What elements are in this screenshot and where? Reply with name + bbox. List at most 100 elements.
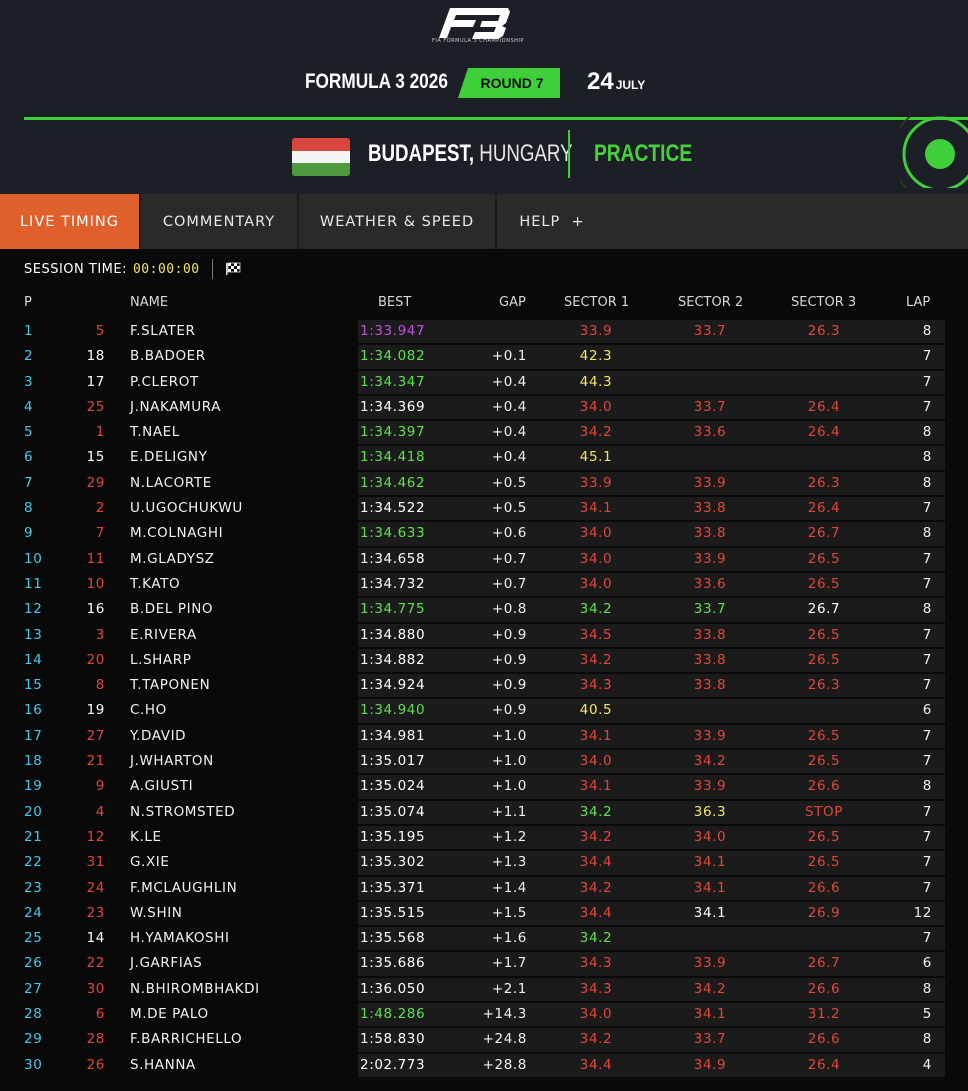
session-time-value: 00:00:00: [132, 261, 200, 277]
tab-live-timing[interactable]: LIVE TIMING: [0, 194, 141, 249]
car-number: 19: [86, 702, 105, 719]
table-row[interactable]: 19 9 A.GIUSTI 1:35.024 +1.0 34.1 33.9 26.6 8: [0, 774, 968, 799]
car-number: 17: [86, 373, 105, 390]
lap-count: 8: [922, 449, 932, 466]
table-row[interactable]: 17 27 Y.DAVID 1:34.981 +1.0 34.1 33.9 26.5 7: [0, 724, 968, 749]
event-country: HUNGARY: [479, 140, 573, 167]
table-row[interactable]: 16 19 C.HO 1:34.940 +0.9 40.5 6: [0, 698, 968, 723]
best-lap: 1:34.924: [360, 677, 426, 694]
sector-1-time: 34.0: [579, 1006, 613, 1023]
table-row[interactable]: 10 11 M.GLADYSZ 1:34.658 +0.7 34.0 33.9 26.5 7: [0, 547, 968, 572]
best-lap: 1:34.369: [360, 398, 426, 415]
driver-position: 7: [24, 474, 34, 491]
car-number: 7: [95, 525, 105, 542]
driver-name: N.BHIROMBHAKDI: [130, 980, 260, 997]
table-row[interactable]: 2 18 B.BADOER 1:34.082 +0.1 42.3 7: [0, 344, 968, 369]
table-row[interactable]: 7 29 N.LACORTE 1:34.462 +0.5 33.9 33.9 26.3 8: [0, 471, 968, 496]
driver-name: K.LE: [130, 828, 162, 845]
location-separator: [568, 130, 570, 178]
table-row[interactable]: 9 7 M.COLNAGHI 1:34.633 +0.6 34.0 33.8 26.7 8: [0, 521, 968, 546]
driver-position: 21: [24, 828, 43, 845]
col-sector-1: SECTOR 1: [564, 295, 630, 310]
session-bar: SESSION TIME: 00:00:00: [24, 259, 241, 279]
driver-name: J.GARFIAS: [130, 955, 203, 972]
sector-3-time: 26.6: [807, 778, 841, 795]
col-name: NAME: [130, 295, 169, 310]
table-row[interactable]: 18 21 J.WHARTON 1:35.017 +1.0 34.0 34.2 26.5 7: [0, 749, 968, 774]
table-row[interactable]: 13 3 E.RIVERA 1:34.880 +0.9 34.5 33.8 26.5 7: [0, 623, 968, 648]
tab-help[interactable]: HELP +: [497, 194, 607, 249]
best-lap: 1:35.195: [360, 828, 426, 845]
best-lap: 1:34.633: [360, 525, 426, 542]
sector-3-time: 26.4: [807, 500, 841, 517]
sector-1-time: 34.0: [579, 753, 613, 770]
tab-commentary[interactable]: COMMENTARY: [141, 194, 299, 249]
best-lap: 1:35.024: [360, 778, 426, 795]
table-row[interactable]: 26 22 J.GARFIAS 1:35.686 +1.7 34.3 33.9 26.7 6: [0, 951, 968, 976]
sector-3-time: 26.4: [807, 1056, 841, 1073]
gap-to-leader: +1.2: [491, 828, 527, 845]
table-row[interactable]: 30 26 S.HANNA 2:02.773 +28.8 34.4 34.9 26.4 4: [0, 1053, 968, 1078]
sector-2-time: 33.8: [693, 525, 727, 542]
driver-name: T.TAPONEN: [130, 677, 211, 694]
best-lap: 1:34.732: [360, 575, 426, 592]
car-number: 27: [86, 727, 105, 744]
sector-2-time: 34.1: [693, 854, 727, 871]
session-type: PRACTICE: [594, 140, 693, 167]
driver-position: 11: [24, 575, 43, 592]
driver-name: E.RIVERA: [130, 626, 197, 643]
sector-3-time: 26.6: [807, 879, 841, 896]
col-pos: P: [24, 295, 32, 310]
sector-1-time: 34.4: [579, 1056, 613, 1073]
table-row[interactable]: 12 16 B.DEL PINO 1:34.775 +0.8 34.2 33.7 26.7 8: [0, 597, 968, 622]
car-number: 8: [95, 677, 105, 694]
driver-position: 26: [24, 955, 43, 972]
driver-name: F.SLATER: [130, 323, 196, 339]
table-row[interactable]: 22 31 G.XIE 1:35.302 +1.3 34.4 34.1 26.5 7: [0, 850, 968, 875]
col-sector-3: SECTOR 3: [791, 295, 857, 310]
table-row[interactable]: 3 17 P.CLEROT 1:34.347 +0.4 44.3 7: [0, 370, 968, 395]
sector-3-time: 26.9: [807, 904, 841, 921]
table-row[interactable]: 20 4 N.STROMSTED 1:35.074 +1.1 34.2 36.3 STOP 7: [0, 800, 968, 825]
driver-name: N.STROMSTED: [130, 803, 236, 820]
sector-3-time: 26.7: [807, 525, 841, 542]
table-row[interactable]: 11 10 T.KATO 1:34.732 +0.7 34.0 33.6 26.5 7: [0, 572, 968, 597]
sector-2-time: 33.6: [693, 424, 727, 441]
lap-count: 8: [922, 474, 932, 491]
lap-count: 4: [922, 1056, 932, 1073]
table-row[interactable]: 14 20 L.SHARP 1:34.882 +0.9 34.2 33.8 26.5 7: [0, 648, 968, 673]
sector-3-time: 26.5: [807, 550, 841, 567]
sector-2-time: 34.1: [693, 879, 727, 896]
driver-name: W.SHIN: [130, 904, 183, 921]
table-row[interactable]: 5 1 T.NAEL 1:34.397 +0.4 34.2 33.6 26.4 8: [0, 420, 968, 445]
table-row[interactable]: 28 6 M.DE PALO 1:48.286 +14.3 34.0 34.1 31.2 5: [0, 1002, 968, 1027]
table-row[interactable]: 8 2 U.UGOCHUKWU 1:34.522 +0.5 34.1 33.8 26.4 7: [0, 496, 968, 521]
best-lap: 1:48.286: [360, 1006, 426, 1023]
gap-to-leader: +1.6: [491, 930, 527, 947]
table-row[interactable]: 15 8 T.TAPONEN 1:34.924 +0.9 34.3 33.8 26.3 7: [0, 673, 968, 698]
table-row[interactable]: 29 28 F.BARRICHELLO 1:58.830 +24.8 34.2 33.7 26…: [0, 1027, 968, 1052]
lap-count: 7: [922, 373, 932, 390]
driver-position: 28: [24, 1006, 43, 1023]
lap-count: 12: [913, 904, 932, 921]
table-row[interactable]: 27 30 N.BHIROMBHAKDI 1:36.050 +2.1 34.3 34.2 26…: [0, 977, 968, 1002]
table-row[interactable]: 23 24 F.MCLAUGHLIN 1:35.371 +1.4 34.2 34.1 26.6…: [0, 876, 968, 901]
sector-3-time: 26.7: [807, 601, 841, 618]
sector-1-time: 42.3: [579, 348, 613, 365]
lap-count: 7: [922, 879, 932, 896]
tab-weather-speed[interactable]: WEATHER & SPEED: [299, 194, 497, 249]
table-row[interactable]: 6 15 E.DELIGNY 1:34.418 +0.4 45.1 8: [0, 445, 968, 470]
driver-name: J.WHARTON: [130, 753, 214, 770]
table-row[interactable]: 24 23 W.SHIN 1:35.515 +1.5 34.4 34.1 26.9 12: [0, 901, 968, 926]
car-number: 21: [86, 753, 105, 770]
timing-table-body: 1 5 F.SLATER 1:33.947 33.9 33.7 26.3 8 2 18 B.BADO…: [0, 319, 968, 1078]
driver-name: Y.DAVID: [130, 727, 187, 744]
car-number: 4: [95, 803, 105, 820]
table-row[interactable]: 4 25 J.NAKAMURA 1:34.369 +0.4 34.0 33.7 26.4 7: [0, 395, 968, 420]
table-row[interactable]: 25 14 H.YAMAKOSHI 1:35.568 +1.6 34.2 7: [0, 926, 968, 951]
gap-to-leader: +0.9: [491, 651, 527, 668]
table-row[interactable]: 21 12 K.LE 1:35.195 +1.2 34.2 34.0 26.5 7: [0, 825, 968, 850]
sector-1-time: 34.0: [579, 550, 613, 567]
table-row[interactable]: 1 5 F.SLATER 1:33.947 33.9 33.7 26.3 8: [0, 319, 968, 344]
sector-3-time: 26.5: [807, 575, 841, 592]
